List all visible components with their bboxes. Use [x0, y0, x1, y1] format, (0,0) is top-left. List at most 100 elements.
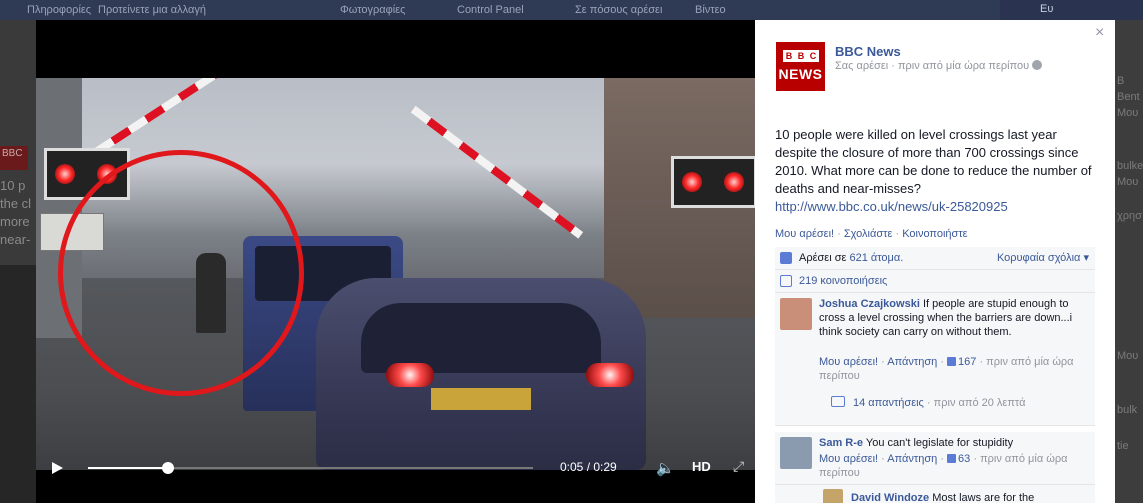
- background-text: the cl: [0, 196, 32, 211]
- reply-icon: [831, 396, 845, 407]
- feedback-box: Αρέσει σε 621 άτομα. Κορυφαία σχόλια ▾ 2…: [775, 247, 1095, 503]
- likes-row: Αρέσει σε 621 άτομα. Κορυφαία σχόλια ▾: [775, 247, 1095, 270]
- play-icon[interactable]: [52, 462, 63, 474]
- background-text: bulke: [1117, 160, 1143, 172]
- background-text: bulk: [1117, 404, 1138, 416]
- hd-toggle-button[interactable]: HD: [692, 459, 711, 474]
- background-text: χρησ: [1117, 210, 1142, 222]
- comment-like-count[interactable]: 63: [958, 453, 970, 465]
- comment-author[interactable]: David Windoze: [851, 492, 929, 503]
- separator: ·: [837, 228, 841, 240]
- background-left-column: BBC 10 p the cl more near-: [0, 20, 36, 503]
- background-text: Μου: [1117, 176, 1139, 188]
- comment-meta: Μου αρέσει! · Απάντηση · 63 · πριν από μ…: [819, 453, 1068, 479]
- video-lightbox: 0:05 / 0:29 🔈 HD ⤢: [36, 20, 755, 503]
- shares-link[interactable]: 219 κοινοποιήσεις: [799, 270, 887, 292]
- globe-icon: [1032, 60, 1043, 70]
- replies-link[interactable]: 14 απαντήσεις · πριν από 20 λεπτά: [831, 396, 1025, 409]
- comment-text: David Windoze Most laws are for the: [851, 491, 1091, 503]
- avatar[interactable]: [780, 298, 812, 330]
- background-tab-likes: Σε πόσους αρέσει: [575, 4, 663, 16]
- background-text: 10 p: [0, 178, 26, 193]
- comment-sort-dropdown[interactable]: Κορυφαία σχόλια ▾: [997, 247, 1089, 269]
- comment-body: You can't legislate for stupidity: [865, 437, 1014, 449]
- share-icon: [780, 275, 792, 287]
- thumbs-up-icon: [947, 357, 957, 366]
- comment-like-link[interactable]: Μου αρέσει!: [819, 453, 878, 465]
- video-seek-bar[interactable]: [88, 462, 533, 474]
- logo-block: C: [807, 50, 819, 62]
- comment-author[interactable]: Sam R-e: [819, 437, 863, 449]
- comment-like-count[interactable]: 167: [958, 356, 976, 368]
- avatar[interactable]: [780, 437, 812, 469]
- volume-icon[interactable]: 🔈: [656, 459, 675, 477]
- likes-summary: Αρέσει σε 621 άτομα.: [799, 247, 903, 269]
- fullscreen-icon[interactable]: ⤢: [733, 458, 744, 475]
- background-text: tie: [1117, 440, 1129, 452]
- background-text: Μου: [1117, 107, 1139, 119]
- share-action[interactable]: Κοινοποιήστε: [902, 228, 967, 240]
- post-text: 10 people were killed on level crossings…: [775, 127, 1092, 196]
- comment-action[interactable]: Σχολιάστε: [844, 228, 893, 240]
- comment-reply-link[interactable]: Απάντηση: [887, 356, 937, 368]
- replies-count[interactable]: 14 απαντήσεις: [853, 397, 924, 409]
- comment-sort-label: Κορυφαία σχόλια: [996, 252, 1081, 264]
- video-red-circle-annotation: [58, 150, 304, 396]
- reply-item: David Windoze Most laws are for the: [775, 485, 1095, 503]
- thumbs-up-icon: [780, 252, 792, 264]
- comment-author[interactable]: Joshua Czajkowski: [819, 298, 920, 310]
- page-name-link[interactable]: BBC News: [835, 44, 901, 59]
- video-barrier-left: [93, 78, 258, 156]
- post-body: 10 people were killed on level crossings…: [775, 126, 1095, 216]
- comment-reply-link[interactable]: Απάντηση: [887, 453, 937, 465]
- comment-like-link[interactable]: Μου αρέσει!: [819, 356, 878, 368]
- video-warning-lights: [671, 156, 755, 208]
- background-right-column: B Bent Μου bulke Μου χρησ Μου bulk tie: [1115, 20, 1143, 503]
- background-text: Μου: [1117, 350, 1139, 362]
- comment-body: Most laws are for the: [932, 492, 1035, 503]
- avatar[interactable]: [823, 489, 843, 503]
- post-link[interactable]: http://www.bbc.co.uk/news/uk-25820925: [775, 199, 1008, 214]
- background-tab-suggest: Προτείνετε μια αλλαγή: [98, 4, 206, 16]
- background-bbc-badge: BBC: [0, 146, 28, 170]
- background-tab-videos: Βίντεο: [695, 4, 726, 16]
- close-icon[interactable]: ×: [1095, 24, 1104, 42]
- video-car: [316, 278, 646, 470]
- comment-item: Joshua Czajkowski If people are stupid e…: [775, 293, 1095, 426]
- video-controls: 0:05 / 0:29 🔈 HD ⤢: [36, 453, 755, 483]
- comment-meta: Μου αρέσει! · Απάντηση · 167 · πριν από …: [819, 356, 1074, 382]
- video-seek-progress: [88, 467, 169, 469]
- likes-count-link[interactable]: 621 άτομα.: [849, 252, 903, 264]
- replies-time: πριν από 20 λεπτά: [933, 397, 1026, 409]
- chevron-down-icon: ▾: [1083, 252, 1089, 264]
- logo-block: B: [783, 50, 795, 62]
- comment-text: Joshua Czajkowski If people are stupid e…: [819, 297, 1089, 339]
- video-time-display: 0:05 / 0:29: [560, 460, 617, 474]
- comment-text: Sam R-e You can't legislate for stupidit…: [819, 436, 1089, 450]
- post-actions: Μου αρέσει! · Σχολιάστε · Κοινοποιήστε: [775, 228, 968, 240]
- background-video-thumb: [0, 265, 36, 503]
- background-text: Bent: [1117, 91, 1140, 103]
- separator: ·: [895, 228, 900, 240]
- likes-prefix: Αρέσει σε: [799, 252, 847, 264]
- thumbs-up-icon: [947, 454, 957, 463]
- logo-text: NEWS: [778, 66, 823, 82]
- like-action[interactable]: Μου αρέσει!: [775, 228, 834, 240]
- shares-row: 219 κοινοποιήσεις: [775, 270, 1095, 293]
- background-tab-photos: Φωτογραφίες: [340, 4, 406, 16]
- background-text: near-: [0, 232, 31, 247]
- video-barrier-right: [410, 105, 584, 239]
- background-tab-info: Πληροφορίες: [27, 4, 92, 16]
- shares-count[interactable]: 219 κοινοποιήσεις: [799, 275, 887, 287]
- background-text: B: [1117, 75, 1125, 87]
- background-user-name: Ευ: [1040, 3, 1054, 15]
- post-info-panel: × B B C NEWS BBC News Σας αρέσει · πριν …: [755, 20, 1115, 503]
- bbc-news-logo[interactable]: B B C NEWS: [776, 42, 825, 91]
- background-text: more: [0, 214, 30, 229]
- video-seek-handle[interactable]: [162, 462, 175, 474]
- comment-item: Sam R-e You can't legislate for stupidit…: [775, 426, 1095, 485]
- logo-block: B: [795, 50, 807, 62]
- background-user-bar: Ευ: [1000, 0, 1143, 20]
- video-frame[interactable]: [36, 78, 755, 470]
- post-meta-text: Σας αρέσει · πριν από μία ώρα περίπου: [835, 60, 1030, 72]
